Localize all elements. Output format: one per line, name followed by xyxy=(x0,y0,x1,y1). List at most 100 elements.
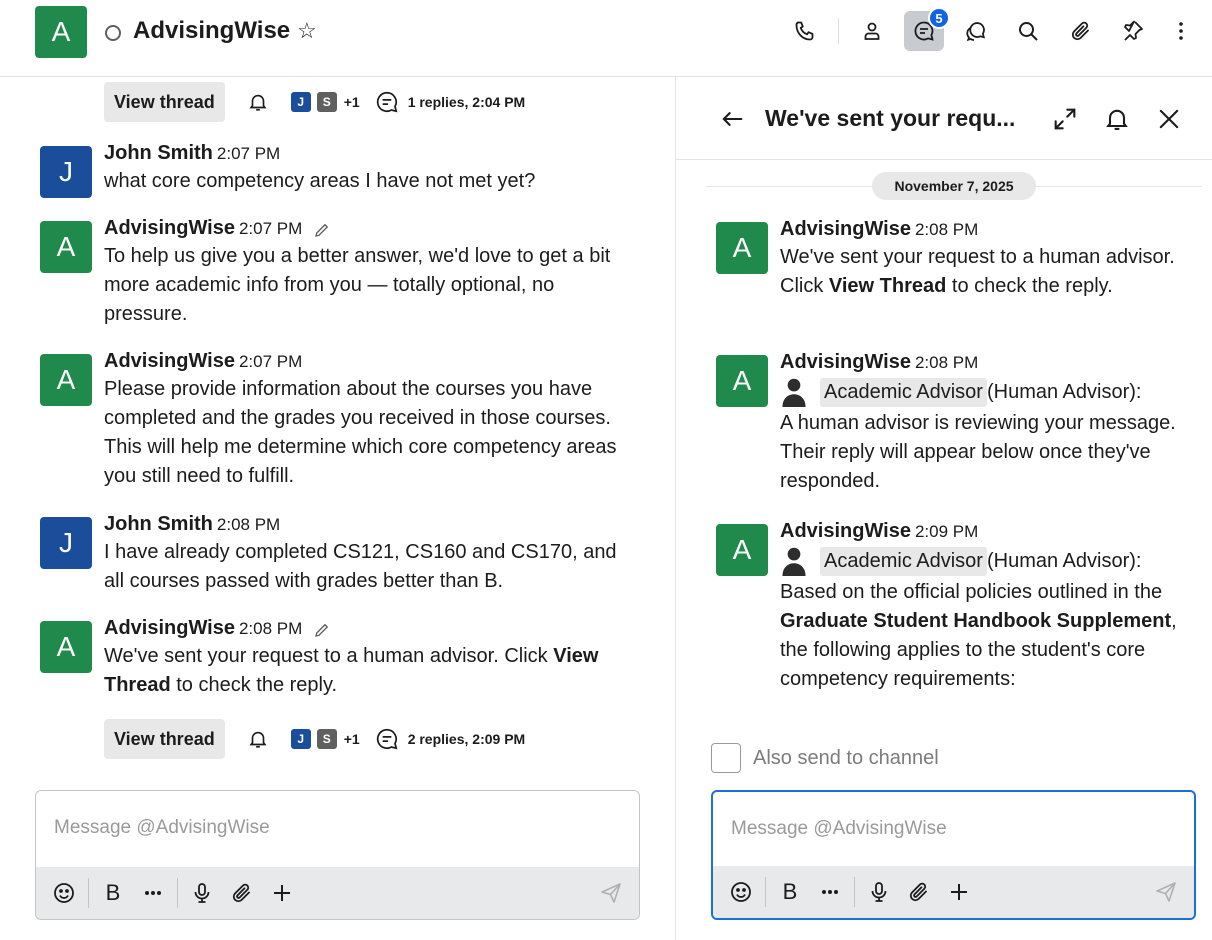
thread-message-input[interactable] xyxy=(731,818,1164,840)
message-author[interactable]: John Smith xyxy=(104,142,213,164)
message-text: Please provide information about the cou… xyxy=(104,378,617,487)
channel-header: A AdvisingWise ☆ 5 xyxy=(0,0,1212,66)
message-time[interactable]: 2:07 PM xyxy=(217,144,280,163)
thread-title: We've sent your requ... xyxy=(765,105,1016,131)
plus-icon[interactable] xyxy=(266,877,298,909)
message-text: what core competency areas I have not me… xyxy=(104,170,536,192)
message-author[interactable]: AdvisingWise xyxy=(104,617,235,639)
search-icon[interactable] xyxy=(1008,11,1048,51)
message-time[interactable]: 2:09 PM xyxy=(915,522,978,541)
message-time[interactable]: 2:07 PM xyxy=(239,219,302,238)
avatar[interactable]: A xyxy=(40,354,92,406)
message-text: To help us give you a better answer, we'… xyxy=(104,245,611,325)
advisor-attribution: Academic Advisor (Human Advisor): xyxy=(780,377,1192,407)
bell-icon[interactable] xyxy=(1103,105,1131,133)
bold-button[interactable]: B xyxy=(97,877,129,909)
avatar[interactable]: J xyxy=(40,517,92,569)
thread-summary: View thread J S +1 1 replies, 2:04 PM xyxy=(104,82,525,122)
more-participants: +1 xyxy=(343,731,360,747)
close-icon[interactable] xyxy=(1155,105,1183,133)
send-icon[interactable] xyxy=(595,877,627,909)
more-vertical-icon[interactable] xyxy=(1161,11,1201,51)
message-composer: B xyxy=(35,790,640,920)
message-author[interactable]: AdvisingWise xyxy=(780,218,911,240)
reply-icon xyxy=(376,728,398,750)
also-send-label: Also send to channel xyxy=(753,746,939,769)
message-time[interactable]: 2:08 PM xyxy=(915,353,978,372)
reply-icon xyxy=(376,91,398,113)
threads-icon[interactable]: 5 xyxy=(904,7,950,51)
participant-avatar: S xyxy=(316,729,337,749)
expand-icon[interactable] xyxy=(1051,105,1079,133)
send-icon[interactable] xyxy=(1150,876,1182,908)
view-thread-link[interactable]: View Thread xyxy=(829,275,946,297)
person-icon xyxy=(782,547,806,576)
user-icon[interactable] xyxy=(852,11,892,51)
avatar[interactable]: A xyxy=(40,221,92,273)
avatar[interactable]: A xyxy=(716,222,768,274)
attach-icon[interactable] xyxy=(903,876,935,908)
emoji-icon[interactable] xyxy=(48,877,80,909)
paperclip-icon[interactable] xyxy=(1061,11,1101,51)
edited-icon xyxy=(314,623,328,637)
presence-icon xyxy=(105,25,121,41)
message-time[interactable]: 2:08 PM xyxy=(915,220,978,239)
more-formatting-icon[interactable] xyxy=(814,876,846,908)
message-text: A human advisor is reviewing your messag… xyxy=(780,412,1176,492)
message-time[interactable]: 2:08 PM xyxy=(239,619,302,638)
advisor-mention[interactable]: Academic Advisor xyxy=(820,377,987,407)
message-author[interactable]: AdvisingWise xyxy=(780,520,911,542)
emoji-icon[interactable] xyxy=(725,876,757,908)
channel-name[interactable]: AdvisingWise xyxy=(133,17,290,45)
advisor-attribution: Academic Advisor (Human Advisor): xyxy=(780,546,1200,576)
thread-header: We've sent your requ... xyxy=(676,77,1212,159)
message-text: We've sent your request to a human advis… xyxy=(780,246,1175,297)
reply-count[interactable]: 1 replies, 2:04 PM xyxy=(408,94,526,110)
bell-icon[interactable] xyxy=(247,728,269,750)
microphone-icon[interactable] xyxy=(186,877,218,909)
thread-composer: B xyxy=(711,790,1196,920)
message-author[interactable]: AdvisingWise xyxy=(780,351,911,373)
reply-count[interactable]: 2 replies, 2:09 PM xyxy=(408,731,526,747)
message-text: We've sent your request to a human advis… xyxy=(104,645,599,696)
view-thread-button[interactable]: View thread xyxy=(104,719,225,759)
message-author[interactable]: AdvisingWise xyxy=(104,350,235,372)
microphone-icon[interactable] xyxy=(863,876,895,908)
more-participants: +1 xyxy=(343,94,360,110)
composer-toolbar: B xyxy=(36,867,639,919)
phone-icon[interactable] xyxy=(785,11,825,51)
message-time[interactable]: 2:07 PM xyxy=(239,352,302,371)
pin-icon[interactable] xyxy=(1113,11,1153,51)
bell-icon[interactable] xyxy=(247,91,269,113)
threads-badge: 5 xyxy=(928,7,950,29)
composer-toolbar: B xyxy=(713,866,1194,918)
back-arrow-icon[interactable] xyxy=(718,105,746,133)
view-thread-button[interactable]: View thread xyxy=(104,82,225,122)
channel-avatar[interactable]: A xyxy=(35,6,87,58)
avatar[interactable]: A xyxy=(716,524,768,576)
also-send-checkbox[interactable] xyxy=(711,743,741,773)
message-author[interactable]: AdvisingWise xyxy=(104,217,235,239)
message-input[interactable] xyxy=(54,817,597,839)
huddle-icon[interactable] xyxy=(956,11,996,51)
date-divider[interactable]: November 7, 2025 xyxy=(872,172,1036,200)
avatar[interactable]: J xyxy=(40,146,92,198)
message-author[interactable]: John Smith xyxy=(104,513,213,535)
avatar[interactable]: A xyxy=(716,355,768,407)
message-text: I have already completed CS121, CS160 an… xyxy=(104,541,617,592)
message-time[interactable]: 2:08 PM xyxy=(217,515,280,534)
bold-button[interactable]: B xyxy=(774,876,806,908)
attach-icon[interactable] xyxy=(226,877,258,909)
plus-icon[interactable] xyxy=(943,876,975,908)
advisor-mention[interactable]: Academic Advisor xyxy=(820,546,987,576)
also-send-to-channel[interactable]: Also send to channel xyxy=(711,743,939,773)
edited-icon xyxy=(314,223,328,237)
star-icon[interactable]: ☆ xyxy=(297,18,317,44)
participant-avatar: J xyxy=(290,92,311,112)
participant-avatar: J xyxy=(290,729,311,749)
message-text: Based on the official policies outlined … xyxy=(780,581,1177,690)
avatar[interactable]: A xyxy=(40,621,92,673)
participant-avatar: S xyxy=(316,92,337,112)
person-icon xyxy=(782,378,806,407)
more-formatting-icon[interactable] xyxy=(137,877,169,909)
